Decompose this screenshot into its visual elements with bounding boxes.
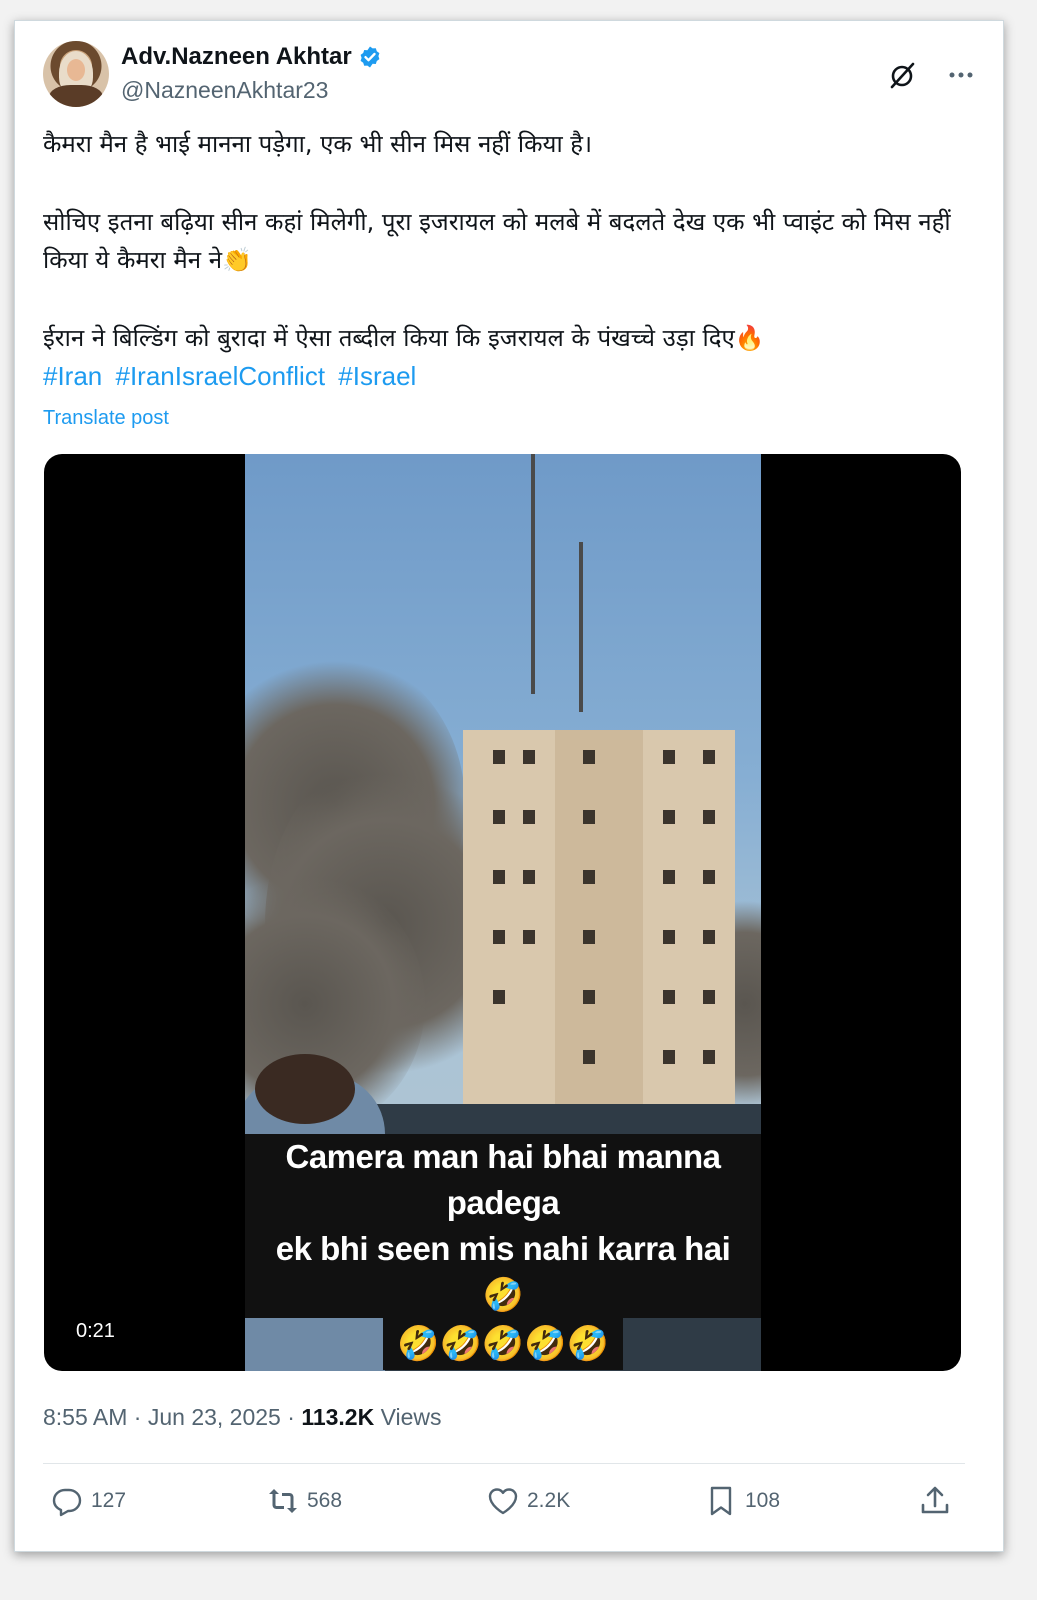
video-duration: 0:21 [76, 1320, 115, 1342]
tweet-header: Adv.Nazneen Akhtar @NazneenAkhtar23 [43, 41, 975, 109]
author-name-row: Adv.Nazneen Akhtar [121, 43, 382, 71]
hashtag-link[interactable]: #Iran [43, 361, 102, 391]
verified-badge-icon [360, 46, 380, 68]
repost-icon [269, 1489, 297, 1513]
caption-line-2: ek bhi seen mis nahi karra hai 🤣 [245, 1226, 761, 1318]
repost-button[interactable]: 568 [267, 1485, 342, 1517]
like-count: 2.2K [527, 1489, 571, 1512]
bookmark-button[interactable]: 108 [705, 1485, 780, 1517]
tweet-text: कैमरा मैन है भाई मानना पड़ेगा, एक भी सीन… [43, 125, 973, 395]
action-bar: 127 568 2.2K 108 [43, 1477, 965, 1527]
tweet-paragraph-3: ईरान ने बिल्डिंग को बुरादा में ऐसा तब्दी… [43, 324, 765, 352]
tower-building [463, 730, 735, 1120]
antenna-mast [579, 542, 583, 712]
reply-icon [52, 1488, 82, 1517]
translate-post-link[interactable]: Translate post [43, 407, 169, 430]
share-button[interactable] [919, 1485, 951, 1517]
like-icon [488, 1488, 518, 1515]
antenna-mast [531, 454, 535, 694]
tweet-paragraph-2: सोचिए इतना बढ़िया सीन कहां मिलेगी, पूरा … [43, 208, 951, 274]
reply-count: 127 [91, 1489, 127, 1512]
avatar-face-shape [67, 59, 85, 81]
post-time[interactable]: 8:55 AM [43, 1404, 127, 1430]
hashtag-link[interactable]: #IranIsraelConflict [116, 361, 326, 391]
like-button[interactable]: 2.2K [487, 1485, 570, 1517]
views-count: 113.2K [301, 1404, 375, 1430]
grok-icon[interactable] [887, 61, 917, 91]
meta-separator: · [287, 1404, 295, 1430]
tweet-meta: 8:55 AM · Jun 23, 2025 · 113.2K Views [43, 1404, 442, 1431]
post-date[interactable]: Jun 23, 2025 [148, 1404, 281, 1430]
bookmark-count: 108 [745, 1489, 781, 1512]
more-icon[interactable] [947, 63, 975, 87]
caption-line-1: Camera man hai bhai manna padega [245, 1134, 761, 1226]
repost-count: 568 [307, 1489, 343, 1512]
bookmark-icon [710, 1486, 732, 1516]
hashtag-link[interactable]: #Israel [338, 361, 416, 391]
divider [43, 1463, 965, 1464]
video-caption: Camera man hai bhai manna padega ek bhi … [245, 1134, 761, 1370]
author-handle[interactable]: @NazneenAkhtar23 [121, 77, 328, 104]
author-name[interactable]: Adv.Nazneen Akhtar [121, 43, 352, 71]
meta-separator: · [133, 1404, 142, 1430]
building-column [555, 730, 643, 1120]
foreground-person-head [255, 1054, 355, 1124]
tweet-card: Adv.Nazneen Akhtar @NazneenAkhtar23 कैमर… [14, 20, 1004, 1552]
reply-button[interactable]: 127 [51, 1485, 126, 1517]
author-avatar[interactable] [43, 41, 109, 107]
avatar-body-shape [49, 85, 103, 107]
video-player[interactable]: Camera man hai bhai manna padega ek bhi … [44, 454, 961, 1371]
views-label: Views [380, 1404, 442, 1430]
hashtag-row: #Iran #IranIsraelConflict #Israel [43, 357, 973, 395]
tweet-paragraph-1: कैमरा मैन है भाई मानना पड़ेगा, एक भी सीन… [43, 130, 593, 158]
share-icon [921, 1486, 949, 1514]
caption-emojis: 🤣🤣🤣🤣🤣 [383, 1318, 623, 1370]
